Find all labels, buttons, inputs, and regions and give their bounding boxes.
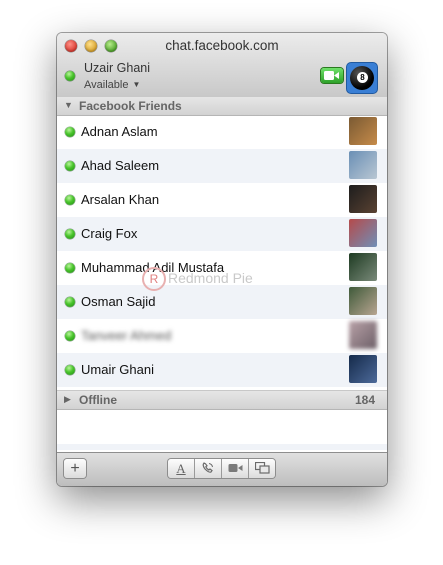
friend-avatar xyxy=(349,253,377,281)
user-name: Uzair Ghani xyxy=(84,61,150,75)
friend-avatar xyxy=(349,117,377,145)
list-stripe xyxy=(57,444,387,450)
friend-name: Ahad Saleem xyxy=(81,158,160,173)
group-label: Offline xyxy=(79,393,117,407)
online-status-icon xyxy=(65,263,75,273)
title-bar: chat.facebook.com Uzair Ghani Available ▼… xyxy=(57,33,387,97)
self-avatar[interactable]: 8 xyxy=(347,63,377,93)
online-status-icon xyxy=(65,229,75,239)
friend-avatar xyxy=(349,185,377,213)
friend-avatar xyxy=(349,219,377,247)
friend-row[interactable]: Umair Ghani xyxy=(57,353,387,387)
video-call-icon xyxy=(228,464,242,472)
friend-list: Adnan Aslam Ahad Saleem Arsalan Khan Cra… xyxy=(57,115,387,387)
text-chat-icon: A xyxy=(176,461,186,476)
video-chat-icon[interactable] xyxy=(321,68,343,83)
friend-name: Osman Sajid xyxy=(81,294,156,309)
availability-menu[interactable]: Available ▼ xyxy=(84,79,140,91)
chat-window: chat.facebook.com Uzair Ghani Available ▼… xyxy=(57,33,387,486)
disclosure-closed-icon: ▶ xyxy=(64,394,71,404)
screen-share-button[interactable] xyxy=(249,459,275,478)
group-header-offline[interactable]: ▶ Offline 184 xyxy=(57,390,387,410)
friend-avatar xyxy=(349,151,377,179)
voice-call-button[interactable] xyxy=(195,459,221,478)
list-empty-area xyxy=(57,410,387,450)
friend-avatar xyxy=(349,355,377,383)
watermark-logo-icon: R xyxy=(142,267,166,291)
online-status-icon xyxy=(65,161,75,171)
add-contact-button[interactable]: + xyxy=(64,459,86,478)
friend-row[interactable]: Ahad Saleem xyxy=(57,149,387,183)
offline-count: 184 xyxy=(354,393,375,407)
chevron-down-icon: ▼ xyxy=(132,80,141,89)
friend-row[interactable]: Tanveer Ahmed xyxy=(57,319,387,353)
availability-label: Available xyxy=(84,79,129,91)
bottom-toolbar: + A xyxy=(57,452,387,486)
friend-row[interactable]: Adnan Aslam xyxy=(57,115,387,149)
friend-row[interactable]: Craig Fox xyxy=(57,217,387,251)
friend-name: Umair Ghani xyxy=(81,362,154,377)
disclosure-open-icon: ▼ xyxy=(64,100,73,110)
watermark: R Redmond Pie xyxy=(142,267,253,291)
chat-actions-segmented-control: A xyxy=(168,459,275,478)
group-label: Facebook Friends xyxy=(79,99,182,113)
friend-row[interactable]: Arsalan Khan xyxy=(57,183,387,217)
screen-share-icon xyxy=(254,461,270,474)
video-call-button[interactable] xyxy=(222,459,248,478)
eight-ball-icon: 8 xyxy=(350,66,374,90)
group-header-facebook-friends[interactable]: ▼ Facebook Friends xyxy=(57,96,387,116)
user-status-icon xyxy=(65,71,75,81)
online-status-icon xyxy=(65,195,75,205)
friend-name: Adnan Aslam xyxy=(81,124,158,139)
friend-avatar xyxy=(349,321,377,349)
friend-name: Arsalan Khan xyxy=(81,192,160,207)
online-status-icon xyxy=(65,297,75,307)
online-status-icon xyxy=(65,365,75,375)
online-status-icon xyxy=(65,127,75,137)
text-chat-button[interactable]: A xyxy=(168,459,194,478)
friend-name-redacted: Tanveer Ahmed xyxy=(81,328,172,343)
online-status-icon xyxy=(65,331,75,341)
add-icon: + xyxy=(70,460,80,477)
friend-avatar xyxy=(349,287,377,315)
voice-call-icon xyxy=(202,462,213,473)
friend-name: Craig Fox xyxy=(81,226,138,241)
window-title: chat.facebook.com xyxy=(165,38,279,53)
